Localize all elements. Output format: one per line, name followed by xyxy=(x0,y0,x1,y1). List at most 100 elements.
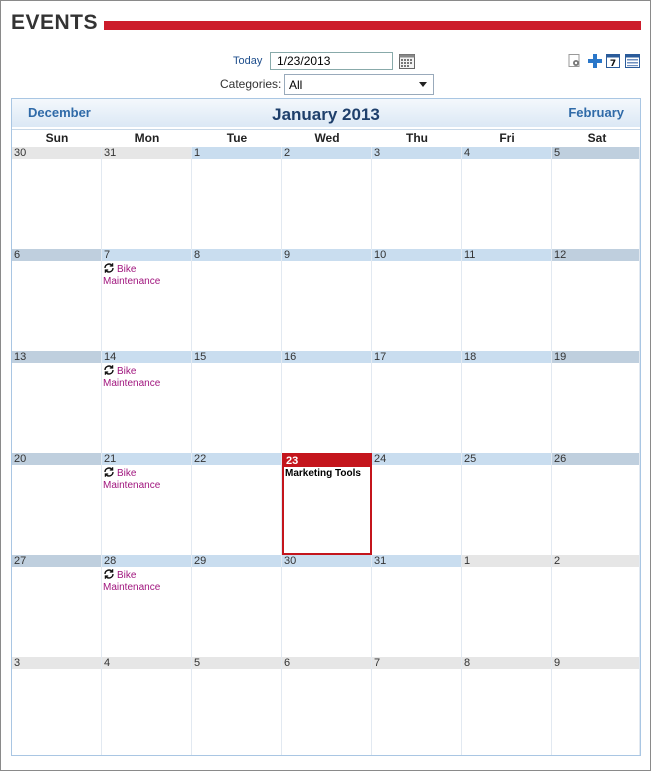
day-number[interactable]: 23 xyxy=(284,455,370,467)
day-cell[interactable]: 24 xyxy=(372,453,462,555)
day-cell[interactable]: 28 Bike Maintenance xyxy=(102,555,192,657)
day-number[interactable]: 7 xyxy=(372,657,461,669)
day-cell[interactable]: 7 xyxy=(372,657,462,755)
day-cell[interactable]: 22 xyxy=(192,453,282,555)
day-number[interactable]: 15 xyxy=(192,351,281,363)
day-number[interactable]: 30 xyxy=(282,555,371,567)
day-number[interactable]: 24 xyxy=(372,453,461,465)
day-number[interactable]: 3 xyxy=(12,657,101,669)
day-number[interactable]: 21 xyxy=(102,453,191,465)
day-number[interactable]: 14 xyxy=(102,351,191,363)
day-number[interactable]: 26 xyxy=(552,453,639,465)
day-number[interactable]: 13 xyxy=(12,351,101,363)
day-cell[interactable]: 8 xyxy=(462,657,552,755)
day-cell[interactable]: 4 xyxy=(102,657,192,755)
day-number[interactable]: 7 xyxy=(102,249,191,261)
event-link[interactable]: Bike Maintenance xyxy=(102,262,191,288)
day-of-week-thu: Thu xyxy=(406,131,428,145)
day-number[interactable]: 8 xyxy=(192,249,281,261)
next-month-link[interactable]: February xyxy=(568,105,624,120)
settings-icon[interactable] xyxy=(568,54,582,68)
day-cell[interactable]: 21 Bike Maintenance xyxy=(102,453,192,555)
day-number[interactable]: 1 xyxy=(462,555,551,567)
day-cell[interactable]: 30 xyxy=(12,147,102,249)
day-cell[interactable]: 1 xyxy=(192,147,282,249)
day-cell[interactable]: 29 xyxy=(192,555,282,657)
day-number[interactable]: 6 xyxy=(12,249,101,261)
day-cell[interactable]: 25 xyxy=(462,453,552,555)
day-cell[interactable]: 2 xyxy=(552,555,640,657)
day-cell[interactable]: 15 xyxy=(192,351,282,453)
day-of-week-mon: Mon xyxy=(134,131,160,145)
day-cell[interactable]: 17 xyxy=(372,351,462,453)
day-cell[interactable]: 20 xyxy=(12,453,102,555)
day-number[interactable]: 18 xyxy=(462,351,551,363)
day-cell[interactable]: 1 xyxy=(462,555,552,657)
day-cell[interactable]: 3 xyxy=(372,147,462,249)
day-number[interactable]: 10 xyxy=(372,249,461,261)
day-cell[interactable]: 5 xyxy=(192,657,282,755)
day-number[interactable]: 1 xyxy=(192,147,281,159)
day-number[interactable]: 9 xyxy=(552,657,639,669)
day-number[interactable]: 4 xyxy=(462,147,551,159)
day-cell[interactable]: 9 xyxy=(552,657,640,755)
event-link[interactable]: Bike Maintenance xyxy=(102,568,191,594)
day-number[interactable]: 9 xyxy=(282,249,371,261)
day-number[interactable]: 31 xyxy=(372,555,461,567)
day-number[interactable]: 5 xyxy=(192,657,281,669)
day-number[interactable]: 29 xyxy=(192,555,281,567)
day-cell[interactable]: 16 xyxy=(282,351,372,453)
day-cell-today[interactable]: 23 Marketing Tools xyxy=(282,453,372,555)
day-number[interactable]: 16 xyxy=(282,351,371,363)
day-number[interactable]: 25 xyxy=(462,453,551,465)
day-cell[interactable]: 14 Bike Maintenance xyxy=(102,351,192,453)
event-link[interactable]: Bike Maintenance xyxy=(102,364,191,390)
day-number[interactable]: 5 xyxy=(552,147,639,159)
day-cell[interactable]: 4 xyxy=(462,147,552,249)
categories-select[interactable]: All xyxy=(284,74,434,95)
day-cell[interactable]: 10 xyxy=(372,249,462,351)
day-number[interactable]: 6 xyxy=(282,657,371,669)
day-number[interactable]: 12 xyxy=(552,249,639,261)
day-number[interactable]: 2 xyxy=(552,555,639,567)
day-cell[interactable]: 8 xyxy=(192,249,282,351)
day-cell[interactable]: 6 xyxy=(282,657,372,755)
event-link[interactable]: Bike Maintenance xyxy=(102,466,191,492)
day-number[interactable]: 31 xyxy=(102,147,191,159)
day-number[interactable]: 3 xyxy=(372,147,461,159)
day-number[interactable]: 2 xyxy=(282,147,371,159)
day-cell[interactable]: 5 xyxy=(552,147,640,249)
day-cell[interactable]: 7 Bike Maintenance xyxy=(102,249,192,351)
day-cell[interactable]: 2 xyxy=(282,147,372,249)
day-cell[interactable]: 31 xyxy=(102,147,192,249)
day-number[interactable]: 28 xyxy=(102,555,191,567)
day-cell[interactable]: 19 xyxy=(552,351,640,453)
list-view-icon[interactable] xyxy=(625,54,640,68)
day-number[interactable]: 19 xyxy=(552,351,639,363)
week-view-icon[interactable]: 7 xyxy=(606,54,620,69)
day-cell[interactable]: 12 xyxy=(552,249,640,351)
day-number[interactable]: 11 xyxy=(462,249,551,261)
day-number[interactable]: 30 xyxy=(12,147,101,159)
day-number[interactable]: 22 xyxy=(192,453,281,465)
day-number[interactable]: 20 xyxy=(12,453,101,465)
day-cell[interactable]: 18 xyxy=(462,351,552,453)
calendar-picker-icon[interactable] xyxy=(399,54,415,69)
day-cell[interactable]: 26 xyxy=(552,453,640,555)
day-cell[interactable]: 6 xyxy=(12,249,102,351)
day-cell[interactable]: 30 xyxy=(282,555,372,657)
add-icon[interactable] xyxy=(588,54,602,68)
day-cell[interactable]: 13 xyxy=(12,351,102,453)
day-cell[interactable]: 27 xyxy=(12,555,102,657)
date-field[interactable] xyxy=(270,52,393,70)
day-number[interactable]: 8 xyxy=(462,657,551,669)
day-number[interactable]: 27 xyxy=(12,555,101,567)
day-cell[interactable]: 31 xyxy=(372,555,462,657)
day-cell[interactable]: 9 xyxy=(282,249,372,351)
day-number[interactable]: 17 xyxy=(372,351,461,363)
day-cell[interactable]: 11 xyxy=(462,249,552,351)
day-number[interactable]: 4 xyxy=(102,657,191,669)
day-cell[interactable]: 3 xyxy=(12,657,102,755)
today-link[interactable]: Today xyxy=(233,55,262,67)
event-link[interactable]: Marketing Tools xyxy=(284,468,370,480)
